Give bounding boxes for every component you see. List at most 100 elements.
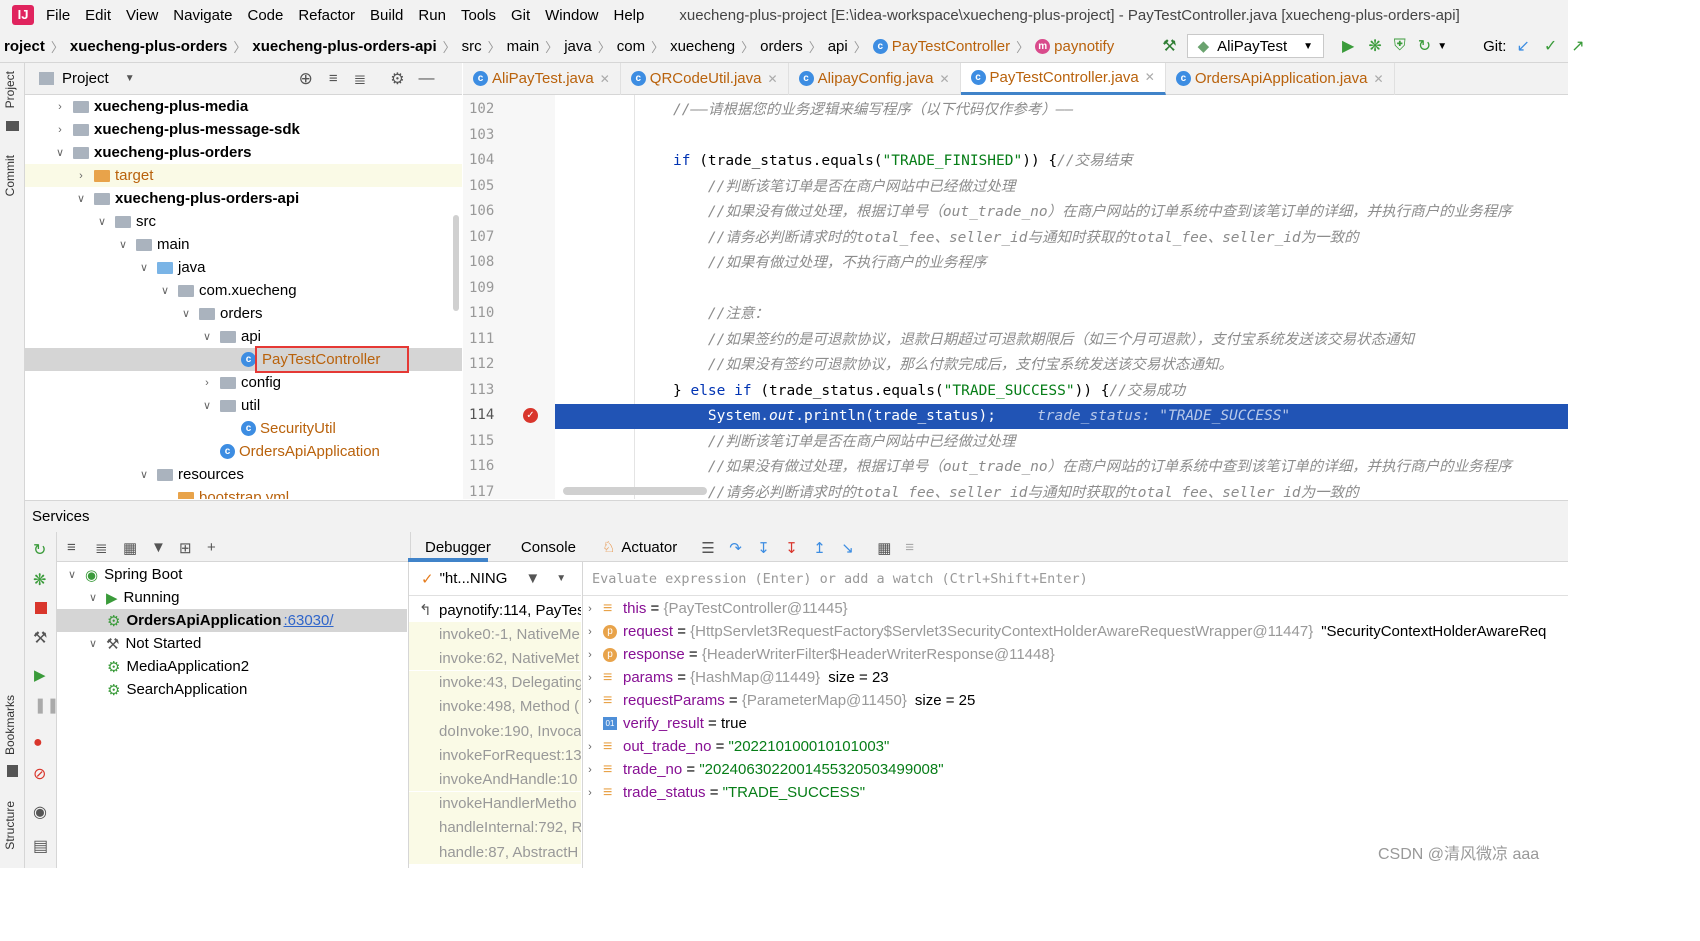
editor-tab[interactable]: c AliPayTest.java ✕ — [463, 62, 621, 95]
editor-tab[interactable]: c OrdersApiApplication.java ✕ — [1166, 62, 1395, 95]
run-to-cursor-icon[interactable]: ↘ — [841, 539, 857, 557]
new-tab-icon[interactable]: ⊞ — [179, 539, 195, 557]
tab-actuator[interactable]: Actuator — [621, 539, 677, 556]
tree-item[interactable]: ∨ api — [25, 325, 462, 348]
code-line[interactable]: //如果没有做过处理，根据订单号（out_trade_no）在商户网站的订单系统… — [555, 455, 1568, 480]
resume-icon[interactable]: ▶ — [34, 666, 46, 684]
chevron-down-icon[interactable]: ▼ — [125, 73, 135, 84]
close-icon[interactable]: ✕ — [1145, 70, 1155, 84]
chevron-down-icon[interactable]: ∨ — [200, 330, 214, 343]
tree-item[interactable]: ∨ resources — [25, 463, 462, 486]
view-breakpoints-icon[interactable]: ● — [33, 734, 43, 752]
locate-icon[interactable]: ⊕ — [299, 69, 313, 89]
step-over-icon[interactable]: ↷ — [729, 539, 745, 557]
build-hammer-icon[interactable]: ⚒ — [1162, 36, 1176, 56]
breadcrumb-item[interactable]: xuecheng-plus-orders-api — [248, 38, 440, 55]
chevron-right-icon[interactable]: › — [583, 741, 597, 753]
breadcrumb-item[interactable]: roject — [0, 38, 49, 55]
editor-tab[interactable]: c PayTestController.java ✕ — [960, 62, 1166, 95]
chevron-right-icon[interactable]: › — [583, 603, 597, 615]
chevron-right-icon[interactable]: › — [74, 170, 88, 182]
debug-icon[interactable]: ❋ — [33, 570, 46, 590]
stack-frame[interactable]: invoke:62, NativeMet — [409, 646, 581, 671]
rerun-icon[interactable]: ↻ — [33, 540, 46, 560]
hide-icon[interactable]: — — [419, 70, 435, 88]
service-tree-item[interactable]: ∨ ▶ Running — [86, 586, 179, 609]
expand-all-icon[interactable]: ≡ — [67, 539, 83, 556]
chevron-down-icon[interactable]: ∨ — [53, 146, 67, 159]
code-line[interactable]: //请务必判断请求时的total_fee、seller_id与通知时获取的tot… — [555, 226, 1568, 251]
debug-icon[interactable]: ❋ — [1368, 36, 1381, 56]
code-line[interactable]: //——请根据您的业务逻辑来编写程序（以下代码仅作参考）—— — [555, 98, 1568, 123]
menu-item-build[interactable]: Build — [370, 7, 403, 24]
filter-icon[interactable]: ▼ — [525, 570, 540, 587]
stack-frame[interactable]: doInvoke:190, Invoca — [409, 719, 581, 743]
tree-item[interactable]: ∨ orders — [25, 302, 462, 325]
chevron-down-icon[interactable]: ▼ — [556, 573, 566, 584]
variable-row[interactable]: › ≡ trade_status = "TRADE_SUCCESS" — [583, 781, 865, 804]
menu-item-view[interactable]: View — [126, 7, 158, 24]
code-line[interactable]: if (trade_status.equals("TRADE_FINISHED"… — [555, 149, 1568, 174]
trace-icon[interactable]: ≡ — [905, 539, 921, 556]
close-icon[interactable]: ✕ — [1373, 72, 1383, 86]
evaluate-expression-input[interactable]: Evaluate expression (Enter) or add a wat… — [583, 562, 1568, 596]
breadcrumb-item[interactable]: xuecheng-plus-orders — [66, 38, 232, 55]
layout-icon[interactable]: ▤ — [33, 836, 48, 856]
editor-tab[interactable]: c AlipayConfig.java ✕ — [789, 62, 961, 95]
code-line[interactable] — [555, 277, 1568, 302]
thread-selector[interactable]: ✓ "ht...NING ▼ ▼ — [409, 562, 581, 596]
menu-item-tools[interactable]: Tools — [461, 7, 496, 24]
tree-scrollbar[interactable] — [453, 215, 459, 311]
menu-item-run[interactable]: Run — [418, 7, 446, 24]
stack-frame[interactable]: invokeAndHandle:10 — [409, 767, 581, 792]
stack-frame[interactable]: ↰ paynotify:114, PayTes — [409, 598, 581, 622]
stop-icon[interactable] — [35, 602, 47, 614]
run-config-select[interactable]: ◆ AliPayTest ▼ — [1186, 34, 1325, 58]
code-line[interactable]: //如果没有做过处理，根据订单号（out_trade_no）在商户网站的订单系统… — [555, 200, 1568, 225]
code-editor[interactable]: //——请根据您的业务逻辑来编写程序（以下代码仅作参考）—— if (trade_… — [555, 95, 1568, 499]
stack-frame[interactable]: invoke0:-1, NativeMe — [409, 622, 581, 647]
chevron-down-icon[interactable]: ∨ — [95, 215, 109, 228]
tree-item[interactable]: ∨ xuecheng-plus-orders-api — [25, 187, 462, 210]
menu-item-git[interactable]: Git — [511, 7, 530, 24]
chevron-right-icon[interactable]: › — [583, 649, 597, 661]
chevron-down-icon[interactable]: ∨ — [116, 238, 130, 251]
variable-row[interactable]: › p request = {HttpServlet3RequestFactory$… — [583, 620, 1546, 643]
chevron-right-icon[interactable]: › — [53, 124, 67, 136]
menu-item-edit[interactable]: Edit — [85, 7, 111, 24]
breadcrumb-item[interactable]: m paynotify — [1031, 38, 1118, 55]
breadcrumb-item[interactable]: com — [613, 38, 649, 55]
menu-item-help[interactable]: Help — [614, 7, 645, 24]
profile-icon[interactable]: ↻ — [1418, 36, 1431, 56]
group-icon[interactable]: ▦ — [123, 539, 139, 557]
tree-item[interactable]: › xuecheng-plus-media — [25, 95, 462, 118]
run-icon[interactable]: ▶ — [1342, 36, 1354, 56]
gear-icon[interactable]: ⚙ — [390, 69, 404, 89]
collapse-all-icon[interactable]: ≣ — [354, 70, 367, 88]
stack-frame[interactable]: handleInternal:792, R — [409, 815, 581, 840]
side-tab-commit[interactable]: Commit — [3, 155, 17, 196]
stack-frame[interactable]: handle:87, AbstractH — [409, 840, 581, 864]
tree-item[interactable]: › target — [25, 164, 462, 187]
variable-row[interactable]: › ≡ requestParams = {ParameterMap@11450} si… — [583, 689, 975, 712]
stack-frame[interactable]: invokeHandlerMetho — [409, 791, 581, 816]
chevron-right-icon[interactable]: › — [583, 787, 597, 799]
tree-item[interactable]: ∨ util — [25, 394, 462, 417]
breadcrumb-item[interactable]: src — [458, 38, 486, 55]
wrench-icon[interactable]: ⚒ — [33, 628, 47, 648]
code-line[interactable]: //如果有做过处理，不执行商户的业务程序 — [555, 251, 1568, 276]
evaluate-icon[interactable]: ▦ — [877, 539, 893, 557]
collapse-all-icon[interactable]: ≣ — [95, 539, 111, 557]
menu-icon[interactable]: ☰ — [701, 539, 717, 557]
menu-item-code[interactable]: Code — [247, 7, 283, 24]
code-line[interactable]: //判断该笔订单是否在商户网站中已经做过处理 — [555, 175, 1568, 200]
chevron-down-icon[interactable]: ∨ — [200, 399, 214, 412]
close-icon[interactable]: ✕ — [939, 72, 949, 86]
close-icon[interactable]: ✕ — [600, 72, 610, 86]
camera-icon[interactable]: ◉ — [33, 802, 47, 822]
add-icon[interactable]: + — [207, 539, 223, 556]
code-line[interactable]: //如果没有签约可退款协议，那么付款完成后，支付宝系统发送该交易状态通知。 — [555, 353, 1568, 378]
side-tab-structure[interactable]: Structure — [3, 801, 17, 850]
tree-item[interactable]: c SecurityUtil — [25, 417, 462, 440]
code-line[interactable]: //如果签约的是可退款协议，退款日期超过可退款期限后（如三个月可退款），支付宝系… — [555, 328, 1568, 353]
